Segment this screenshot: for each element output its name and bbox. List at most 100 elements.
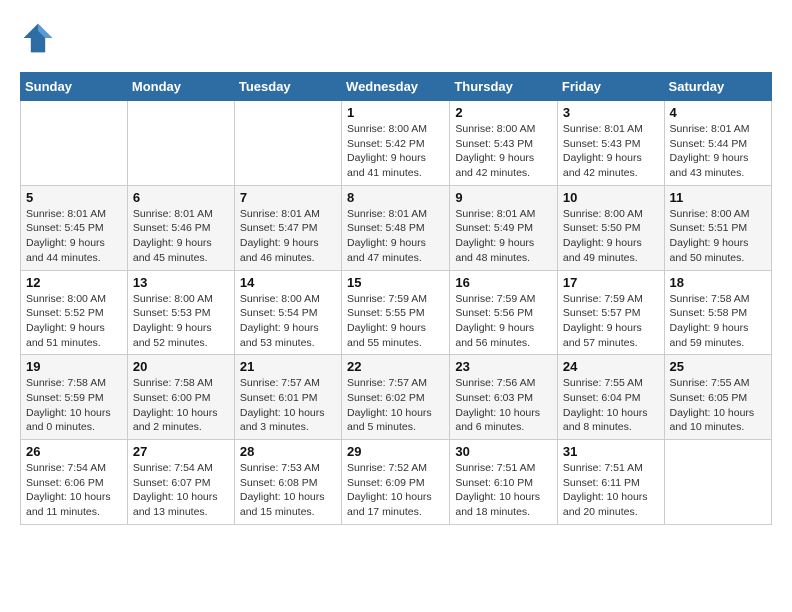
day-number: 22 (347, 359, 444, 374)
calendar-cell (127, 101, 234, 186)
day-number: 4 (670, 105, 766, 120)
day-number: 31 (563, 444, 659, 459)
day-info: Sunrise: 8:01 AM Sunset: 5:43 PM Dayligh… (563, 122, 659, 181)
page-header (20, 20, 772, 56)
calendar-cell: 29 Sunrise: 7:52 AM Sunset: 6:09 PM Dayli… (342, 440, 450, 525)
day-info: Sunrise: 7:59 AM Sunset: 5:55 PM Dayligh… (347, 292, 444, 351)
day-info: Sunrise: 8:00 AM Sunset: 5:42 PM Dayligh… (347, 122, 444, 181)
calendar-cell: 12 Sunrise: 8:00 AM Sunset: 5:52 PM Dayli… (21, 270, 128, 355)
day-number: 11 (670, 190, 766, 205)
day-info: Sunrise: 7:58 AM Sunset: 5:58 PM Dayligh… (670, 292, 766, 351)
day-number: 13 (133, 275, 229, 290)
day-info: Sunrise: 7:52 AM Sunset: 6:09 PM Dayligh… (347, 461, 444, 520)
logo (20, 20, 60, 56)
day-number: 24 (563, 359, 659, 374)
day-number: 29 (347, 444, 444, 459)
day-number: 17 (563, 275, 659, 290)
day-number: 18 (670, 275, 766, 290)
calendar-week-row: 1 Sunrise: 8:00 AM Sunset: 5:42 PM Daylig… (21, 101, 772, 186)
day-info: Sunrise: 7:58 AM Sunset: 6:00 PM Dayligh… (133, 376, 229, 435)
day-info: Sunrise: 8:01 AM Sunset: 5:44 PM Dayligh… (670, 122, 766, 181)
day-info: Sunrise: 7:56 AM Sunset: 6:03 PM Dayligh… (455, 376, 552, 435)
day-number: 14 (240, 275, 336, 290)
calendar-cell: 3 Sunrise: 8:01 AM Sunset: 5:43 PM Daylig… (557, 101, 664, 186)
calendar-cell: 20 Sunrise: 7:58 AM Sunset: 6:00 PM Dayli… (127, 355, 234, 440)
calendar-cell: 15 Sunrise: 7:59 AM Sunset: 5:55 PM Dayli… (342, 270, 450, 355)
calendar-cell: 24 Sunrise: 7:55 AM Sunset: 6:04 PM Dayli… (557, 355, 664, 440)
calendar-cell: 10 Sunrise: 8:00 AM Sunset: 5:50 PM Dayli… (557, 185, 664, 270)
calendar-cell: 9 Sunrise: 8:01 AM Sunset: 5:49 PM Daylig… (450, 185, 558, 270)
day-number: 30 (455, 444, 552, 459)
calendar-cell: 25Sunrise: 7:55 AM Sunset: 6:05 PM Dayli… (664, 355, 771, 440)
day-number: 20 (133, 359, 229, 374)
day-info: Sunrise: 7:59 AM Sunset: 5:56 PM Dayligh… (455, 292, 552, 351)
day-number: 9 (455, 190, 552, 205)
day-info: Sunrise: 8:00 AM Sunset: 5:52 PM Dayligh… (26, 292, 122, 351)
day-number: 23 (455, 359, 552, 374)
calendar-cell: 22 Sunrise: 7:57 AM Sunset: 6:02 PM Dayli… (342, 355, 450, 440)
calendar-cell: 2Sunrise: 8:00 AM Sunset: 5:43 PM Daylig… (450, 101, 558, 186)
day-header-friday: Friday (557, 73, 664, 101)
day-info: Sunrise: 7:51 AM Sunset: 6:10 PM Dayligh… (455, 461, 552, 520)
day-header-monday: Monday (127, 73, 234, 101)
day-number: 5 (26, 190, 122, 205)
day-header-saturday: Saturday (664, 73, 771, 101)
day-info: Sunrise: 7:57 AM Sunset: 6:01 PM Dayligh… (240, 376, 336, 435)
calendar-cell: 14Sunrise: 8:00 AM Sunset: 5:54 PM Dayli… (234, 270, 341, 355)
calendar-cell: 4 Sunrise: 8:01 AM Sunset: 5:44 PM Daylig… (664, 101, 771, 186)
day-info: Sunrise: 7:54 AM Sunset: 6:07 PM Dayligh… (133, 461, 229, 520)
day-number: 1 (347, 105, 444, 120)
day-header-tuesday: Tuesday (234, 73, 341, 101)
calendar-cell: 30 Sunrise: 7:51 AM Sunset: 6:10 PM Dayli… (450, 440, 558, 525)
day-number: 7 (240, 190, 336, 205)
day-number: 15 (347, 275, 444, 290)
calendar-week-row: 5 Sunrise: 8:01 AM Sunset: 5:45 PM Daylig… (21, 185, 772, 270)
calendar-cell (664, 440, 771, 525)
day-number: 19 (26, 359, 122, 374)
day-info: Sunrise: 7:54 AM Sunset: 6:06 PM Dayligh… (26, 461, 122, 520)
day-info: Sunrise: 7:53 AM Sunset: 6:08 PM Dayligh… (240, 461, 336, 520)
calendar-cell: 6 Sunrise: 8:01 AM Sunset: 5:46 PM Daylig… (127, 185, 234, 270)
day-info: Sunrise: 8:00 AM Sunset: 5:53 PM Dayligh… (133, 292, 229, 351)
day-number: 3 (563, 105, 659, 120)
day-info: Sunrise: 7:59 AM Sunset: 5:57 PM Dayligh… (563, 292, 659, 351)
calendar-week-row: 26 Sunrise: 7:54 AM Sunset: 6:06 PM Dayli… (21, 440, 772, 525)
calendar-cell: 18 Sunrise: 7:58 AM Sunset: 5:58 PM Dayli… (664, 270, 771, 355)
calendar-table: SundayMondayTuesdayWednesdayThursdayFrid… (20, 72, 772, 525)
day-info: Sunrise: 8:01 AM Sunset: 5:45 PM Dayligh… (26, 207, 122, 266)
day-number: 27 (133, 444, 229, 459)
day-number: 2 (455, 105, 552, 120)
calendar-cell: 19Sunrise: 7:58 AM Sunset: 5:59 PM Dayli… (21, 355, 128, 440)
day-number: 12 (26, 275, 122, 290)
day-header-wednesday: Wednesday (342, 73, 450, 101)
calendar-cell: 31 Sunrise: 7:51 AM Sunset: 6:11 PM Dayli… (557, 440, 664, 525)
day-number: 16 (455, 275, 552, 290)
calendar-cell: 1 Sunrise: 8:00 AM Sunset: 5:42 PM Daylig… (342, 101, 450, 186)
day-info: Sunrise: 7:51 AM Sunset: 6:11 PM Dayligh… (563, 461, 659, 520)
day-info: Sunrise: 8:00 AM Sunset: 5:50 PM Dayligh… (563, 207, 659, 266)
day-info: Sunrise: 8:01 AM Sunset: 5:46 PM Dayligh… (133, 207, 229, 266)
calendar-week-row: 19Sunrise: 7:58 AM Sunset: 5:59 PM Dayli… (21, 355, 772, 440)
calendar-cell: 23 Sunrise: 7:56 AM Sunset: 6:03 PM Dayli… (450, 355, 558, 440)
day-number: 8 (347, 190, 444, 205)
calendar-cell: 17 Sunrise: 7:59 AM Sunset: 5:57 PM Dayli… (557, 270, 664, 355)
day-number: 28 (240, 444, 336, 459)
calendar-cell: 11 Sunrise: 8:00 AM Sunset: 5:51 PM Dayli… (664, 185, 771, 270)
calendar-cell: 13 Sunrise: 8:00 AM Sunset: 5:53 PM Dayli… (127, 270, 234, 355)
calendar-cell: 16 Sunrise: 7:59 AM Sunset: 5:56 PM Dayli… (450, 270, 558, 355)
day-info: Sunrise: 7:55 AM Sunset: 6:04 PM Dayligh… (563, 376, 659, 435)
day-info: Sunrise: 8:01 AM Sunset: 5:47 PM Dayligh… (240, 207, 336, 266)
calendar-cell (234, 101, 341, 186)
day-number: 21 (240, 359, 336, 374)
day-number: 10 (563, 190, 659, 205)
day-info: Sunrise: 7:57 AM Sunset: 6:02 PM Dayligh… (347, 376, 444, 435)
day-info: Sunrise: 7:55 AM Sunset: 6:05 PM Dayligh… (670, 376, 766, 435)
day-header-sunday: Sunday (21, 73, 128, 101)
calendar-cell: 28 Sunrise: 7:53 AM Sunset: 6:08 PM Dayli… (234, 440, 341, 525)
day-info: Sunrise: 8:01 AM Sunset: 5:48 PM Dayligh… (347, 207, 444, 266)
day-number: 6 (133, 190, 229, 205)
day-info: Sunrise: 8:01 AM Sunset: 5:49 PM Dayligh… (455, 207, 552, 266)
day-info: Sunrise: 8:00 AM Sunset: 5:51 PM Dayligh… (670, 207, 766, 266)
calendar-cell: 27 Sunrise: 7:54 AM Sunset: 6:07 PM Dayli… (127, 440, 234, 525)
day-number: 26 (26, 444, 122, 459)
